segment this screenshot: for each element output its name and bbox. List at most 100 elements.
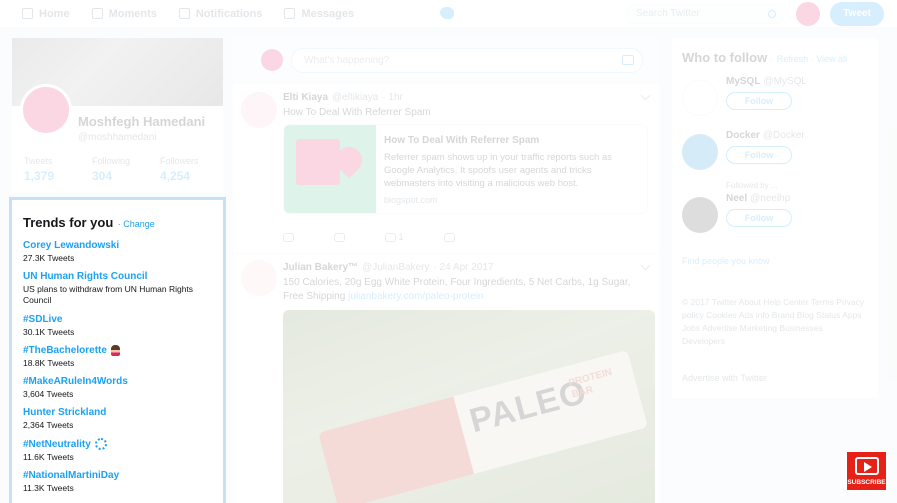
trend-name[interactable]: Corey Lewandowski [23, 240, 223, 251]
wtf-links[interactable]: · Refresh · View all [771, 54, 847, 64]
nav-notifications-label: Notifications [195, 7, 263, 20]
trends-panel: Trends for you · Change Corey Lewandowsk… [12, 200, 223, 503]
trends-title: Trends for you [23, 215, 114, 230]
reply-button[interactable] [283, 232, 294, 243]
card-title: How To Deal With Referrer Spam [384, 135, 540, 146]
nav-moments[interactable]: Moments [91, 7, 157, 20]
image-icon[interactable] [622, 55, 634, 65]
nav-messages[interactable]: Messages [284, 8, 354, 20]
play-icon [855, 457, 879, 475]
compose-avatar [261, 49, 283, 71]
twitter-bird-icon[interactable] [440, 7, 454, 19]
tweet[interactable]: Elti Kiaya @eltikiaya · 1hr How To Deal Wi… [233, 84, 659, 254]
follow-handle: @Docker [762, 130, 805, 141]
follow-button[interactable]: Follow [726, 209, 792, 227]
nav-messages-label: Messages [301, 7, 355, 20]
like-button[interactable]: 1 [385, 232, 404, 243]
loading-spinner-icon [94, 438, 107, 450]
nav-avatar[interactable] [796, 2, 820, 26]
top-nav: Home Moments Notifications Messages Sear… [0, 0, 897, 28]
trend-item[interactable]: #SDLive 30.1K Tweets [23, 314, 223, 337]
chevron-down-icon[interactable] [640, 90, 651, 101]
follow-avatar[interactable] [682, 197, 718, 233]
follow-context: Followed by ... [726, 181, 778, 190]
tweet-time[interactable]: · 24 Apr 2017 [433, 262, 493, 273]
dm-button[interactable] [443, 232, 455, 243]
trend-count: 11.3K Tweets [23, 483, 74, 493]
follow-button[interactable]: Follow [726, 92, 792, 110]
paleo-bar-package: PALEO PROTEIN BAR [318, 349, 648, 503]
follow-avatar[interactable] [682, 80, 718, 116]
trend-item[interactable]: #NationalMartiniDay 11.3K Tweets [23, 470, 223, 493]
trend-name[interactable]: #SDLive [23, 314, 223, 325]
follow-button[interactable]: Follow [726, 146, 792, 164]
find-friends-link[interactable]: Find people you know [682, 256, 770, 266]
profile-handle[interactable]: @moshhamedani [78, 132, 157, 143]
stat-label: Tweets [24, 156, 53, 166]
trend-item[interactable]: #MakeARuleIn4Words 3,604 Tweets [23, 376, 223, 399]
follow-name[interactable]: MySQL @MySQL [726, 76, 807, 87]
card-thumbnail [284, 125, 376, 213]
trend-name[interactable]: #NationalMartiniDay [23, 470, 223, 481]
stat-following[interactable]: Following 304 [92, 156, 130, 183]
tweet[interactable]: Julian Bakery™ @JulianBakery · 24 Apr 2017… [233, 254, 659, 503]
trends-header: Trends for you · Change [23, 214, 223, 232]
nav-notifications[interactable]: Notifications [178, 7, 263, 20]
trend-count: 18.8K Tweets [23, 358, 75, 368]
trend-item[interactable]: #NetNeutrality 11.6K Tweets [23, 438, 223, 462]
reply-icon [283, 233, 294, 243]
profile-avatar[interactable] [20, 84, 72, 136]
lightning-icon [91, 8, 103, 19]
trend-name[interactable]: #MakeARuleIn4Words [23, 376, 223, 387]
tweet-time[interactable]: · 1hr [382, 92, 403, 103]
trend-count: 27.3K Tweets [23, 253, 75, 263]
retweet-button[interactable] [334, 232, 345, 243]
trend-item[interactable]: Hunter Strickland 2,364 Tweets [23, 407, 223, 430]
tweet-actions: 1 [283, 232, 455, 243]
trend-description: US plans to withdraw from UN Human Right… [23, 284, 194, 305]
chevron-down-icon[interactable] [640, 260, 651, 271]
tweet-avatar[interactable] [241, 260, 277, 296]
stat-followers[interactable]: Followers 4,254 [160, 156, 199, 183]
package-red-band [318, 396, 475, 503]
tweet-author[interactable]: Julian Bakery™ [283, 262, 358, 273]
follow-avatar[interactable] [682, 134, 718, 170]
trend-item[interactable]: Corey Lewandowski 27.3K Tweets [23, 240, 223, 263]
compose-input[interactable]: What's happening? [291, 48, 643, 73]
follow-suggestion: MySQL @MySQL Follow [682, 76, 872, 128]
advertise-link[interactable]: Advertise with Twitter [682, 373, 767, 383]
tweet-handle[interactable]: @eltikiaya [332, 92, 378, 103]
trend-item[interactable]: #TheBachelorette 18.8K Tweets [23, 345, 223, 368]
tweet-header: Julian Bakery™ @JulianBakery · 24 Apr 2017 [283, 262, 494, 273]
follow-name[interactable]: Neel @neelhp [726, 193, 790, 204]
footer-links[interactable]: © 2017 Twitter About Help Center Terms P… [682, 296, 868, 348]
stat-label: Followers [160, 156, 199, 166]
tweet-button[interactable]: Tweet [830, 2, 884, 26]
trend-count: 30.1K Tweets [23, 327, 75, 337]
search-input[interactable]: Search Twitter [625, 4, 785, 24]
trend-count: 11.6K Tweets [23, 452, 74, 462]
profile-name[interactable]: Moshfegh Hamedani [78, 114, 205, 129]
tweet-link[interactable]: julianbakery.com/paleo-protein [348, 291, 483, 302]
nav-home[interactable]: Home [22, 8, 70, 20]
media-sub: PROTEIN BAR [567, 366, 614, 401]
link-card[interactable]: How To Deal With Referrer Spam Referrer … [283, 124, 648, 214]
tweet-author[interactable]: Elti Kiaya [283, 92, 328, 103]
search-icon[interactable] [768, 10, 776, 18]
trend-item[interactable]: UN Human Rights Council US plans to with… [23, 271, 223, 306]
woman-emoji-icon [110, 345, 120, 356]
tweet-media[interactable]: PALEO PROTEIN BAR [283, 310, 655, 503]
nav-moments-label: Moments [108, 7, 157, 20]
follow-name[interactable]: Docker @Docker [726, 130, 805, 141]
tweet-handle[interactable]: @JulianBakery [362, 262, 429, 273]
trend-name-row[interactable]: #NetNeutrality [23, 438, 223, 450]
trend-name[interactable]: UN Human Rights Council [23, 271, 223, 282]
play-triangle [864, 462, 872, 472]
trends-change-link[interactable]: · Change [118, 219, 155, 229]
trend-name[interactable]: Hunter Strickland [23, 407, 223, 418]
trend-name-row[interactable]: #TheBachelorette [23, 345, 223, 356]
subscribe-button[interactable]: SUBSCRIBE [846, 451, 887, 491]
tweet-avatar[interactable] [241, 92, 277, 128]
bell-icon [178, 8, 190, 19]
stat-tweets[interactable]: Tweets 1,379 [24, 156, 54, 183]
